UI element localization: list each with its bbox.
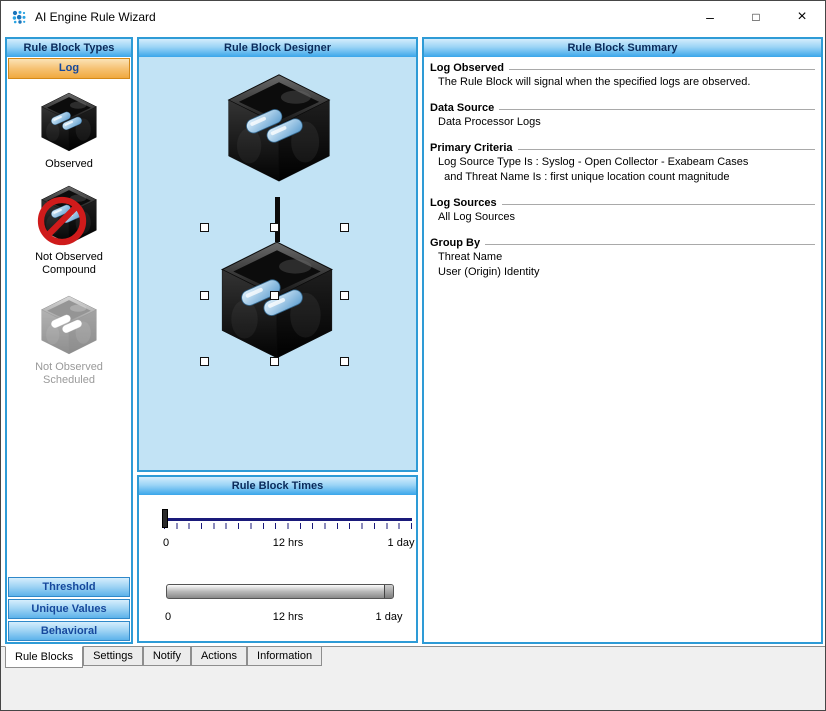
section-line: All Log Sources xyxy=(438,211,516,223)
section-line: The Rule Block will signal when the spec… xyxy=(438,76,751,88)
log-not-observed-scheduled-cube-icon xyxy=(38,293,100,357)
section-divider xyxy=(485,243,815,245)
tab-notify[interactable]: Notify xyxy=(142,647,191,666)
window-title: AI Engine Rule Wizard xyxy=(35,10,156,24)
rule-type-observed[interactable]: Observed xyxy=(7,90,131,171)
prohibition-icon xyxy=(34,193,90,249)
section-line: Data Processor Logs xyxy=(438,116,541,128)
section-line: Threat Name xyxy=(438,251,503,263)
rule-type-observed-label: Observed xyxy=(45,158,93,170)
rule-type-not-observed-compound-label: Not Observed Compound xyxy=(35,251,103,276)
time-range-thumb[interactable] xyxy=(384,585,393,598)
designer-canvas[interactable] xyxy=(139,57,416,470)
window-titlebar: AI Engine Rule Wizard – □ × xyxy=(1,1,825,33)
category-unique-values-button[interactable]: Unique Values xyxy=(8,599,130,619)
left-panel-spacer xyxy=(7,387,131,576)
summary-section-data-source: Data Source Data Processor Logs xyxy=(430,102,815,129)
rule-type-not-observed-compound[interactable]: Not Observed Compound xyxy=(7,183,131,277)
log-observed-cube-icon xyxy=(38,90,100,154)
category-log-button[interactable]: Log xyxy=(8,58,130,79)
bottom-bar: Rule Blocks Settings Notify Actions Info… xyxy=(1,646,825,710)
summary-section-log-sources: Log Sources All Log Sources xyxy=(430,197,815,224)
slider1-label-12hrs: 12 hrs xyxy=(272,537,304,549)
slider2-label-1day: 1 day xyxy=(375,611,403,623)
rule-block-types-panel: Rule Block Types Log Observed Not Observ… xyxy=(5,37,133,644)
section-line: Log Source Type Is : Syslog - Open Colle… xyxy=(438,156,749,168)
time-slider-ticks xyxy=(164,523,413,529)
slider1-label-1day: 1 day xyxy=(387,537,415,549)
rule-block-summary-header: Rule Block Summary xyxy=(424,39,821,57)
rule-block-times-header: Rule Block Times xyxy=(139,477,416,495)
rule-block-designer-header: Rule Block Designer xyxy=(139,39,416,57)
times-body: 0 12 hrs 1 day 0 12 hrs 1 day xyxy=(139,495,416,641)
rule-block-cube-selected[interactable] xyxy=(216,236,338,364)
tab-actions[interactable]: Actions xyxy=(190,647,248,666)
section-title: Log Observed xyxy=(430,62,504,74)
time-slider-thumb[interactable] xyxy=(162,509,168,528)
selection-handle-e[interactable] xyxy=(340,291,349,300)
slider1-label-0: 0 xyxy=(162,537,170,549)
close-button[interactable]: × xyxy=(779,1,825,32)
selection-handle-sw[interactable] xyxy=(200,357,209,366)
rule-block-types-header: Rule Block Types xyxy=(7,39,131,57)
selection-handle-se[interactable] xyxy=(340,357,349,366)
tab-information[interactable]: Information xyxy=(247,647,323,666)
summary-section-log-observed: Log Observed The Rule Block will signal … xyxy=(430,62,815,89)
selection-handle-ne[interactable] xyxy=(340,223,349,232)
selection-handle-nw[interactable] xyxy=(200,223,209,232)
rule-type-not-observed-scheduled-label: Not Observed Scheduled xyxy=(35,361,103,386)
rule-block-designer-panel: Rule Block Designer xyxy=(137,37,418,472)
summary-section-group-by: Group By Threat Name User (Origin) Ident… xyxy=(430,237,815,279)
category-behavioral-button[interactable]: Behavioral xyxy=(8,621,130,641)
section-line: and Threat Name Is : first unique locati… xyxy=(438,171,730,183)
window-controls: – □ × xyxy=(687,1,825,32)
selection-handle-s[interactable] xyxy=(270,357,279,366)
log-not-observed-prohibited-cube-icon xyxy=(38,183,100,247)
rule-block-summary-panel: Rule Block Summary Log Observed The Rule… xyxy=(422,37,823,644)
section-title: Data Source xyxy=(430,102,495,114)
rule-block-times-panel: Rule Block Times 0 12 hrs 1 day 0 12 hrs… xyxy=(137,475,418,643)
section-title: Log Sources xyxy=(430,197,497,209)
section-divider xyxy=(499,108,815,110)
category-threshold-button[interactable]: Threshold xyxy=(8,577,130,597)
time-slider-track[interactable] xyxy=(164,518,412,521)
ai-engine-rule-wizard-window: AI Engine Rule Wizard – □ × Rule Block T… xyxy=(0,0,826,711)
selection-handle-n[interactable] xyxy=(270,223,279,232)
slider2-label-12hrs: 12 hrs xyxy=(272,611,304,623)
summary-body: Log Observed The Rule Block will signal … xyxy=(424,57,821,297)
summary-section-primary-criteria: Primary Criteria Log Source Type Is : Sy… xyxy=(430,142,815,184)
section-title: Primary Criteria xyxy=(430,142,513,154)
app-logo-icon xyxy=(12,10,26,24)
maximize-button[interactable]: □ xyxy=(733,1,779,32)
selection-handle-center[interactable] xyxy=(270,291,279,300)
tab-settings[interactable]: Settings xyxy=(83,647,143,666)
selection-handle-w[interactable] xyxy=(200,291,209,300)
minimize-button[interactable]: – xyxy=(687,1,733,32)
rule-type-not-observed-scheduled: Not Observed Scheduled xyxy=(7,293,131,387)
rule-block-cube-upper[interactable] xyxy=(223,69,335,187)
tab-rule-blocks[interactable]: Rule Blocks xyxy=(5,646,84,668)
slider2-label-0: 0 xyxy=(164,611,172,623)
section-divider xyxy=(501,203,815,205)
section-divider xyxy=(508,68,815,70)
section-line: User (Origin) Identity xyxy=(438,266,540,278)
section-title: Group By xyxy=(430,237,481,249)
wizard-tabstrip: Rule Blocks Settings Notify Actions Info… xyxy=(1,646,825,669)
section-divider xyxy=(517,148,815,150)
time-range-bar[interactable] xyxy=(166,584,394,599)
